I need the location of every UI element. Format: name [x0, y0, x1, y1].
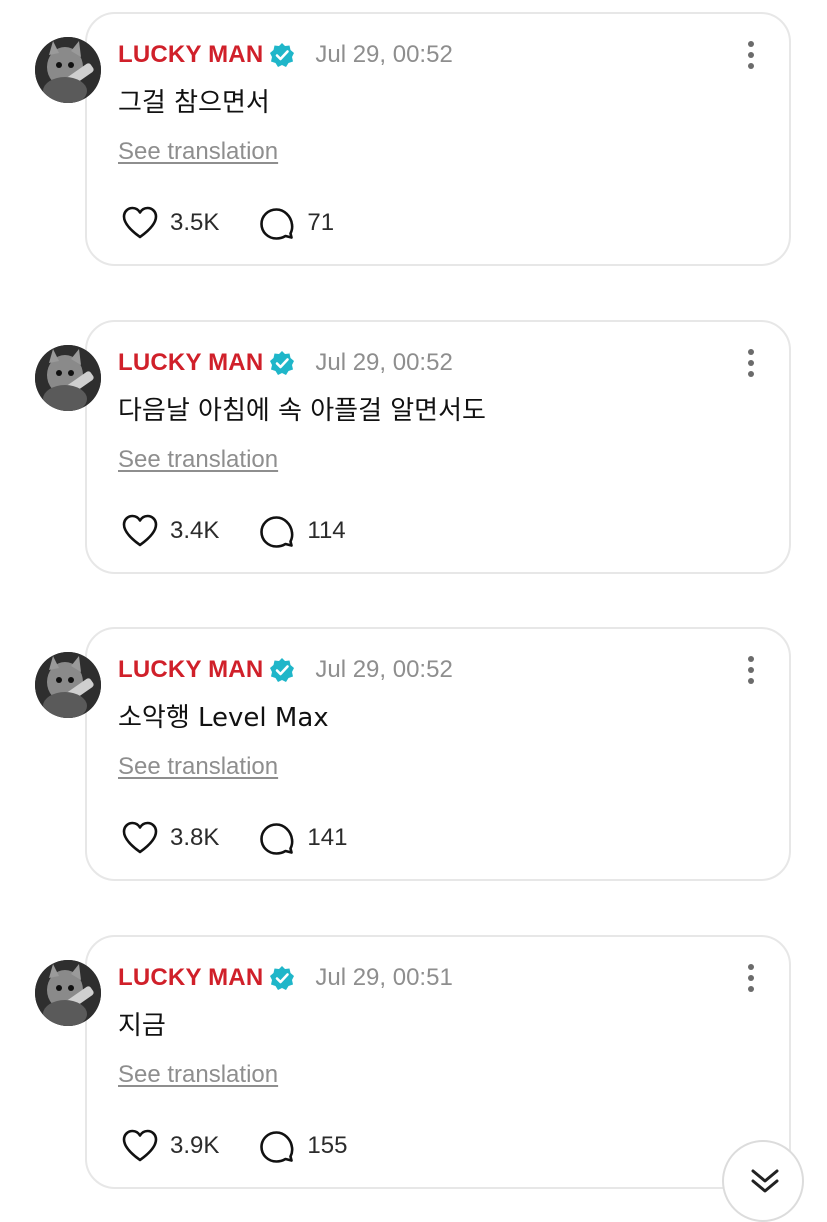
post-actions: 3.5K 71 [120, 202, 334, 244]
like-count: 3.4K [170, 517, 220, 544]
post-header: LUCKY MAN Jul 29, 00:52 [118, 40, 453, 70]
comment-bubble-icon [257, 511, 297, 551]
post-actions: 3.8K 141 [120, 817, 347, 859]
comment-button[interactable]: 141 [257, 818, 347, 858]
verified-badge-icon [269, 965, 295, 991]
comment-count: 141 [307, 824, 348, 851]
post-timestamp: Jul 29, 00:52 [315, 656, 453, 683]
like-button[interactable]: 3.9K [120, 1126, 219, 1166]
post-card[interactable]: LUCKY MAN Jul 29, 00:52 그걸 참으면서 See tran… [35, 12, 791, 266]
post-header: LUCKY MAN Jul 29, 00:52 [118, 348, 453, 378]
avatar[interactable] [35, 345, 101, 411]
post-header: LUCKY MAN Jul 29, 00:51 [118, 963, 453, 993]
comment-bubble-icon [257, 203, 297, 243]
like-count: 3.8K [170, 824, 220, 851]
post-card[interactable]: LUCKY MAN Jul 29, 00:52 소악행 Level Max Se… [35, 627, 791, 881]
post-timestamp: Jul 29, 00:52 [315, 41, 453, 68]
comment-button[interactable]: 155 [257, 1126, 347, 1166]
scroll-down-button[interactable] [722, 1140, 804, 1222]
see-translation-link[interactable]: See translation [118, 138, 278, 166]
username-link[interactable]: LUCKY MAN [118, 349, 263, 377]
like-count: 3.5K [170, 209, 220, 236]
verified-badge-icon [269, 657, 295, 683]
comment-count: 155 [307, 1132, 348, 1159]
like-count: 3.9K [170, 1132, 220, 1159]
post-text: 그걸 참으면서 [118, 88, 270, 118]
avatar[interactable] [35, 37, 101, 103]
see-translation-link[interactable]: See translation [118, 1061, 278, 1089]
more-vertical-icon[interactable] [739, 963, 763, 993]
more-vertical-icon[interactable] [739, 40, 763, 70]
like-button[interactable]: 3.8K [120, 818, 219, 858]
post-card[interactable]: LUCKY MAN Jul 29, 00:52 다음날 아침에 속 아플걸 알면… [35, 320, 791, 574]
like-button[interactable]: 3.4K [120, 511, 219, 551]
verified-badge-icon [269, 42, 295, 68]
heart-icon [120, 818, 160, 858]
post-timestamp: Jul 29, 00:52 [315, 349, 453, 376]
comment-button[interactable]: 71 [257, 203, 334, 243]
more-vertical-icon[interactable] [739, 655, 763, 685]
comment-bubble-icon [257, 1126, 297, 1166]
comment-button[interactable]: 114 [257, 511, 346, 551]
post-header: LUCKY MAN Jul 29, 00:52 [118, 655, 453, 685]
more-vertical-icon[interactable] [739, 348, 763, 378]
like-button[interactable]: 3.5K [120, 203, 219, 243]
see-translation-link[interactable]: See translation [118, 446, 278, 474]
avatar[interactable] [35, 960, 101, 1026]
avatar[interactable] [35, 652, 101, 718]
heart-icon [120, 203, 160, 243]
post-actions: 3.4K 114 [120, 510, 346, 552]
username-link[interactable]: LUCKY MAN [118, 656, 263, 684]
heart-icon [120, 511, 160, 551]
post-actions: 3.9K 155 [120, 1125, 347, 1167]
heart-icon [120, 1126, 160, 1166]
see-translation-link[interactable]: See translation [118, 753, 278, 781]
username-link[interactable]: LUCKY MAN [118, 41, 263, 69]
comment-count: 71 [307, 209, 335, 236]
post-text: 다음날 아침에 속 아플걸 알면서도 [118, 396, 486, 426]
post-text: 소악행 Level Max [118, 703, 329, 733]
verified-badge-icon [269, 350, 295, 376]
post-timestamp: Jul 29, 00:51 [315, 964, 453, 991]
post-card[interactable]: LUCKY MAN Jul 29, 00:51 지금 See translati… [35, 935, 791, 1189]
double-chevron-down-icon [751, 1169, 779, 1193]
username-link[interactable]: LUCKY MAN [118, 964, 263, 992]
comment-bubble-icon [257, 818, 297, 858]
comment-count: 114 [307, 517, 346, 544]
post-text: 지금 [118, 1011, 166, 1041]
